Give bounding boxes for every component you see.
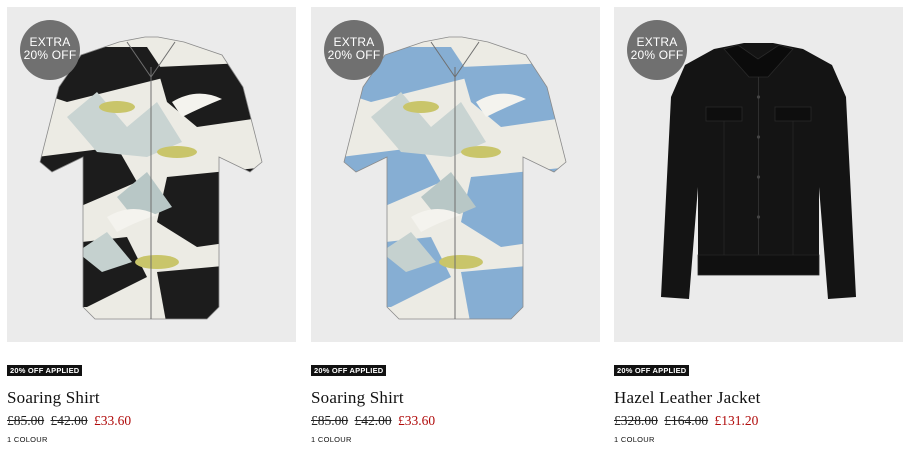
current-price: £33.60 — [398, 413, 436, 428]
product-card[interactable]: EXTRA 20% OFF 20% OFF APPLIED Soaring Sh… — [7, 7, 296, 457]
price-row: £328.00 £164.00 £131.20 — [614, 413, 758, 429]
original-price: £85.00 — [7, 413, 45, 428]
product-name-link[interactable]: Hazel Leather Jacket — [614, 388, 761, 408]
colour-count: 1 COLOUR — [311, 435, 352, 444]
badge-line-2: 20% OFF — [630, 48, 684, 62]
discount-applied-tag: 20% OFF APPLIED — [7, 365, 83, 376]
previous-price: £42.00 — [354, 413, 392, 428]
previous-price: £164.00 — [664, 413, 709, 428]
colour-count: 1 COLOUR — [7, 435, 48, 444]
product-image[interactable]: EXTRA 20% OFF — [614, 7, 903, 342]
previous-price: £42.00 — [50, 413, 88, 428]
price-row: £85.00 £42.00 £33.60 — [7, 413, 131, 429]
extra-discount-badge: EXTRA 20% OFF — [627, 20, 687, 80]
extra-discount-badge: EXTRA 20% OFF — [20, 20, 80, 80]
discount-applied-tag: 20% OFF APPLIED — [311, 365, 387, 376]
current-price: £131.20 — [714, 413, 759, 428]
discount-applied-tag: 20% OFF APPLIED — [614, 365, 690, 376]
extra-discount-badge: EXTRA 20% OFF — [324, 20, 384, 80]
price-row: £85.00 £42.00 £33.60 — [311, 413, 435, 429]
product-image[interactable]: EXTRA 20% OFF — [7, 7, 296, 342]
product-image[interactable]: EXTRA 20% OFF — [311, 7, 600, 342]
original-price: £328.00 — [614, 413, 658, 428]
badge-line-2: 20% OFF — [23, 48, 77, 62]
product-name-link[interactable]: Soaring Shirt — [311, 388, 404, 408]
product-name-link[interactable]: Soaring Shirt — [7, 388, 100, 408]
product-card[interactable]: EXTRA 20% OFF 20% OFF APPLIED Soaring Sh… — [311, 7, 600, 457]
current-price: £33.60 — [94, 413, 132, 428]
badge-line-2: 20% OFF — [327, 48, 381, 62]
original-price: £85.00 — [311, 413, 349, 428]
colour-count: 1 COLOUR — [614, 435, 655, 444]
product-card[interactable]: EXTRA 20% OFF 20% OFF APPLIED Hazel Leat… — [614, 7, 903, 457]
